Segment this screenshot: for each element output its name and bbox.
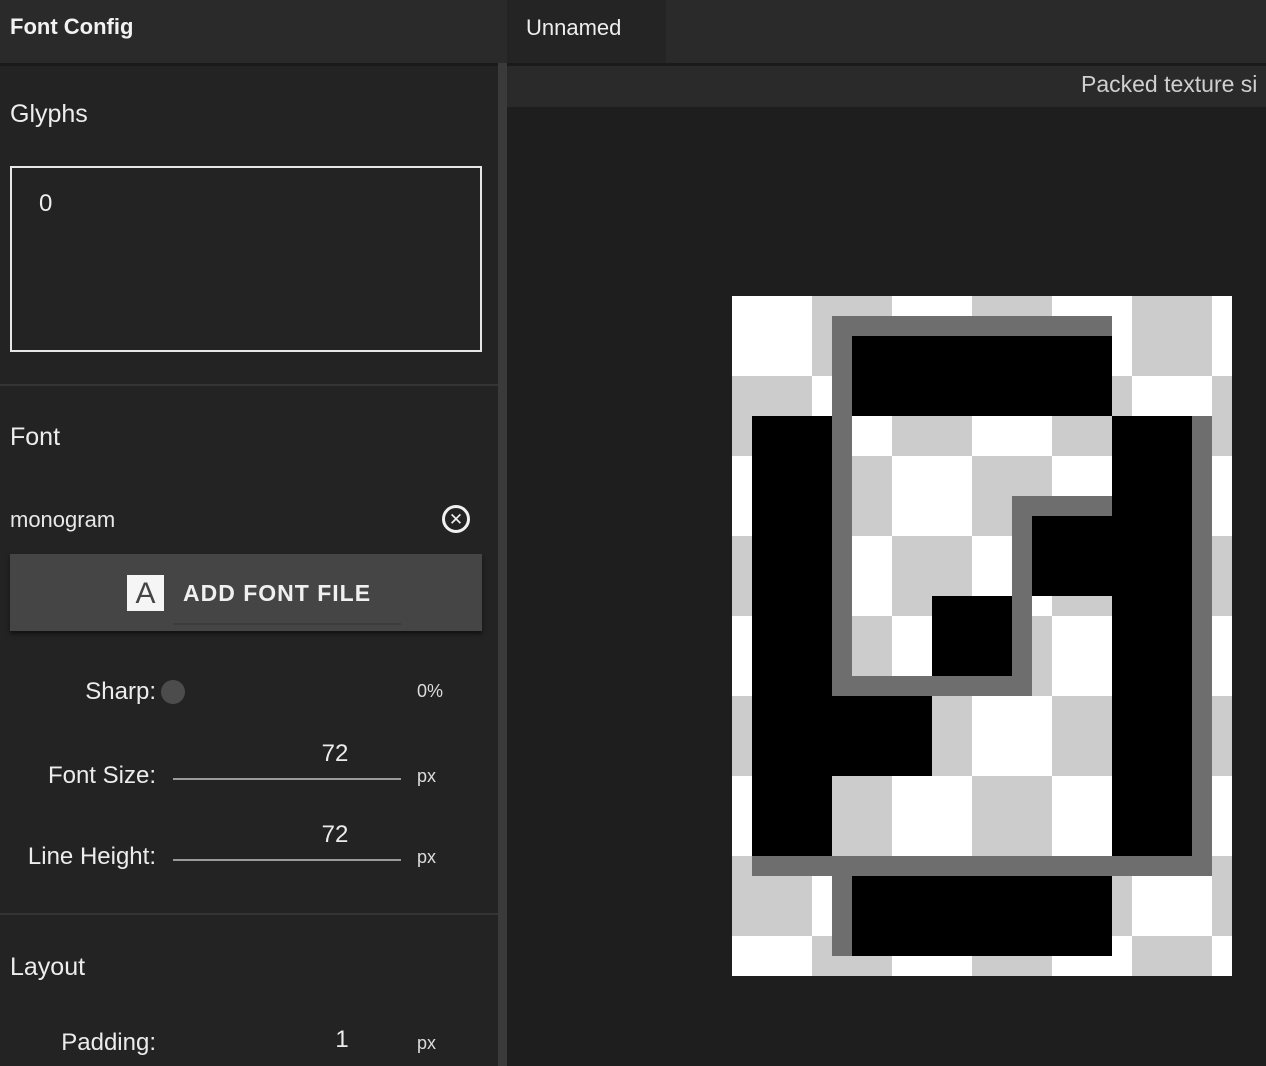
line-height-input[interactable]: 72 [173, 815, 401, 861]
line-height-label: Line Height: [27, 843, 156, 870]
padding-input[interactable]: 1 [173, 1006, 401, 1053]
sharp-slider-track[interactable] [173, 623, 401, 625]
layout-heading: Layout [10, 953, 86, 981]
tab-unnamed[interactable]: Unnamed [507, 0, 666, 63]
font-size-label: Font Size: [47, 762, 156, 789]
padding-unit: px [417, 1033, 437, 1053]
section-divider [0, 913, 498, 915]
font-size-value: 72 [321, 740, 349, 767]
padding-label: Padding: [61, 1029, 156, 1056]
line-height-unit: px [417, 847, 437, 867]
font-heading: Font [10, 423, 61, 451]
add-font-file-button[interactable]: A ADD FONT FILE [10, 554, 482, 631]
add-font-file-label: ADD FONT FILE [183, 580, 372, 606]
padding-value: 1 [335, 1026, 349, 1053]
glyphs-heading: Glyphs [10, 100, 88, 128]
line-height-value: 72 [321, 821, 349, 848]
glyphs-text: 0 [39, 190, 53, 217]
packed-texture-info: Packed texture si [1081, 71, 1258, 97]
sharp-label: Sharp: [85, 678, 156, 705]
font-size-unit: px [417, 766, 437, 786]
app-title: Font Config [10, 14, 134, 39]
font-name: monogram [10, 507, 116, 532]
sharp-slider-thumb[interactable] [161, 680, 185, 704]
glyphs-textarea[interactable]: 0 [10, 166, 482, 352]
glyph-texture-preview [732, 296, 1232, 976]
font-file-icon: A [127, 575, 164, 611]
remove-font-button[interactable]: ✕ [442, 505, 470, 533]
sharp-value: 0% [417, 681, 444, 701]
section-divider [0, 384, 498, 386]
close-circle-icon: ✕ [448, 509, 464, 529]
settings-panel: Glyphs 0 Font monogram ✕ A ADD FONT FILE… [0, 66, 498, 1066]
panel-splitter[interactable] [498, 63, 507, 1066]
app-bar: Font Config Unnamed [0, 0, 1266, 63]
preview-header: Packed texture si [507, 66, 1266, 107]
font-size-input[interactable]: 72 [173, 734, 401, 780]
tab-label: Unnamed [526, 15, 622, 40]
